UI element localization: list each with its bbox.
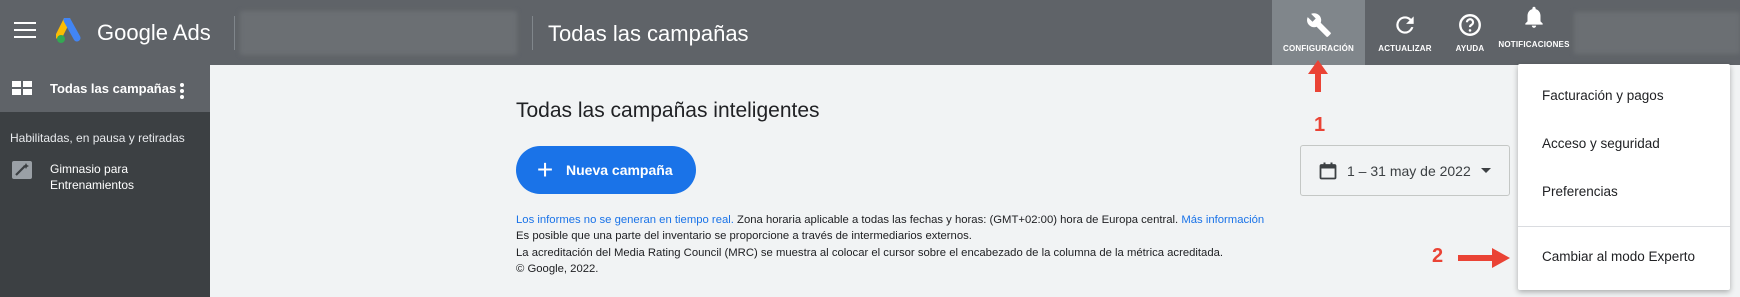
new-campaign-label: Nueva campaña [566, 162, 673, 178]
footer-notes: Los informes no se generan en tiempo rea… [516, 212, 1264, 277]
timezone-text: Zona horaria aplicable a todas las fecha… [733, 214, 1182, 226]
settings-dropdown-menu: Facturación y pagos Acceso y seguridad P… [1518, 64, 1730, 290]
account-selector[interactable] [240, 11, 517, 55]
main-heading: Todas las campañas inteligentes [516, 99, 820, 122]
sidebar-item-label: Todas las campañas [50, 81, 177, 96]
realtime-reports-link[interactable]: Los informes no se generan en tiempo rea… [516, 214, 734, 226]
sidebar-item-all-campaigns[interactable]: Todas las campañas [0, 65, 210, 112]
refresh-icon [1396, 16, 1414, 34]
configuracion-label: CONFIGURACIÓN [1282, 44, 1355, 53]
magic-wand-icon [12, 161, 32, 179]
user-account-area[interactable] [1574, 12, 1740, 54]
notificaciones-label: NOTIFICACIONES [1498, 40, 1570, 49]
product-name[interactable]: Google Ads [97, 20, 211, 46]
help-icon [1459, 14, 1481, 36]
more-info-link[interactable]: Más información [1181, 214, 1264, 226]
calendar-icon [1319, 162, 1337, 179]
annotation-arrow-right-icon [1458, 248, 1510, 268]
annotation-arrow-up-icon [1308, 60, 1328, 92]
menu-item-billing[interactable]: Facturación y pagos [1542, 88, 1664, 103]
grid-icon [12, 81, 32, 95]
plus-icon: + [536, 154, 554, 185]
notes-line-2: Es posible que una parte del inventario … [516, 230, 972, 243]
menu-divider [1518, 226, 1730, 227]
copyright-text: © Google, 2022. [516, 262, 599, 275]
divider [532, 16, 533, 50]
campaign-status-filter[interactable]: Habilitadas, en pausa y retiradas [10, 131, 185, 145]
notificaciones-button[interactable]: NOTIFICACIONES [1498, 0, 1570, 65]
hamburger-menu-icon[interactable] [14, 22, 36, 40]
new-campaign-button[interactable]: + Nueva campaña [516, 146, 696, 194]
divider [234, 16, 235, 50]
campaign-name: Gimnasio para Entrenamientos [50, 162, 135, 192]
top-app-bar: Google Ads Todas las campañas CONFIGURAC… [0, 0, 1740, 65]
wrench-icon [1306, 13, 1331, 37]
menu-item-access-security[interactable]: Acceso y seguridad [1542, 136, 1660, 151]
notes-line-3: La acreditación del Media Rating Council… [516, 246, 1224, 259]
dropdown-arrow-icon [1480, 168, 1491, 173]
menu-item-expert-mode[interactable]: Cambiar al modo Experto [1542, 249, 1695, 264]
page-title: Todas las campañas [548, 21, 749, 46]
ayuda-label: AYUDA [1455, 44, 1485, 53]
more-options-icon[interactable] [180, 83, 184, 99]
bell-icon [1525, 6, 1543, 28]
date-range-value: 1 – 31 may de 2022 [1347, 162, 1471, 179]
annotation-step-1: 1 [1314, 114, 1326, 136]
sidebar-item-campaign[interactable]: Gimnasio para Entrenamientos [0, 159, 210, 199]
actualizar-label: ACTUALIZAR [1378, 44, 1432, 53]
ayuda-button[interactable]: AYUDA [1440, 0, 1500, 65]
configuracion-button[interactable]: CONFIGURACIÓN [1272, 0, 1365, 65]
date-range-picker[interactable]: 1 – 31 may de 2022 [1300, 145, 1510, 196]
menu-item-preferences[interactable]: Preferencias [1542, 184, 1618, 199]
google-ads-logo-icon [56, 18, 81, 43]
sidebar: Todas las campañas Habilitadas, en pausa… [0, 65, 210, 297]
annotation-step-2: 2 [1432, 245, 1444, 267]
notes-line-1: Los informes no se generan en tiempo rea… [516, 212, 1264, 228]
actualizar-button[interactable]: ACTUALIZAR [1372, 0, 1438, 65]
